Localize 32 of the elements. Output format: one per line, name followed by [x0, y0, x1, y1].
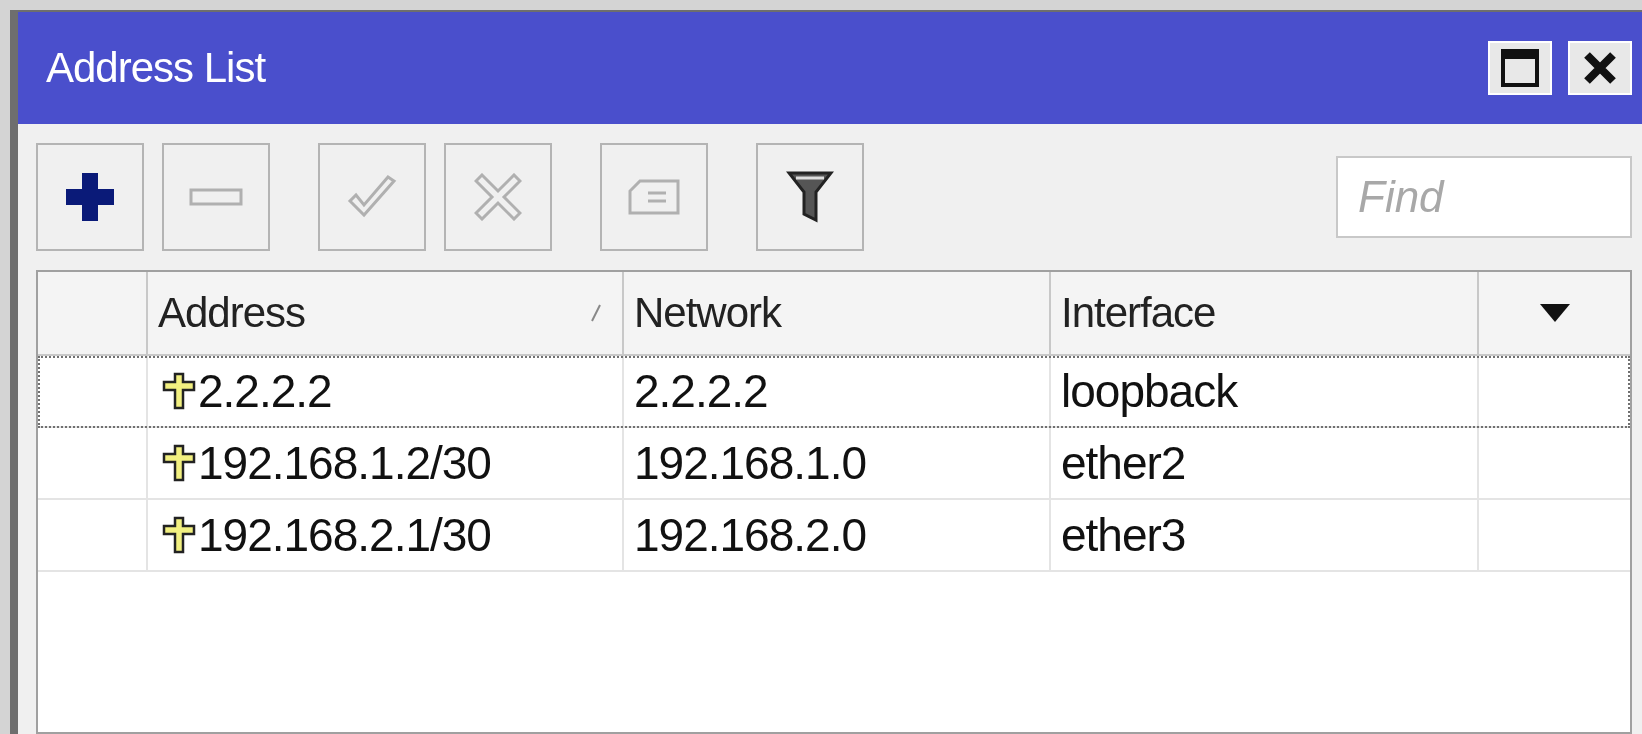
window-title: Address List	[46, 44, 267, 92]
close-icon	[1582, 50, 1618, 86]
table-cell: ether3	[1051, 500, 1479, 570]
table-row[interactable]: 192.168.1.2/30 192.168.1.0 ether2	[38, 428, 1630, 500]
filter-button[interactable]	[756, 143, 864, 251]
filter-icon	[786, 170, 834, 224]
dropdown-icon[interactable]	[1539, 304, 1570, 322]
maximize-icon	[1500, 48, 1540, 88]
table-row[interactable]: 2.2.2.2 2.2.2.2 loopback	[38, 356, 1630, 428]
table-cell: 192.168.1.0	[624, 428, 1051, 498]
table-cell: 2.2.2.2	[624, 356, 1051, 426]
address-icon	[162, 516, 196, 554]
table-cell: loopback	[1051, 356, 1479, 426]
table-cell: 192.168.1.2/30	[198, 436, 491, 490]
column-header[interactable]: Network	[624, 272, 1051, 354]
add-button[interactable]	[36, 143, 144, 251]
note-icon	[626, 177, 682, 217]
minus-icon	[189, 188, 243, 206]
address-icon	[162, 372, 196, 410]
column-header[interactable]: Address	[158, 289, 306, 337]
address-icon	[162, 444, 196, 482]
table-cell: ether2	[1051, 428, 1479, 498]
maximize-button[interactable]	[1488, 41, 1552, 95]
check-icon	[346, 175, 398, 219]
table-cell: 192.168.2.0	[624, 500, 1051, 570]
table-cell: 2.2.2.2	[198, 364, 332, 418]
close-button[interactable]	[1568, 41, 1632, 95]
column-header[interactable]: Interface	[1051, 272, 1479, 354]
search-field[interactable]: Find	[1336, 156, 1632, 238]
table-row[interactable]: 192.168.2.1/30 192.168.2.0 ether3	[38, 500, 1630, 572]
table-cell: 192.168.2.1/30	[198, 508, 491, 562]
cross-icon	[474, 173, 522, 221]
